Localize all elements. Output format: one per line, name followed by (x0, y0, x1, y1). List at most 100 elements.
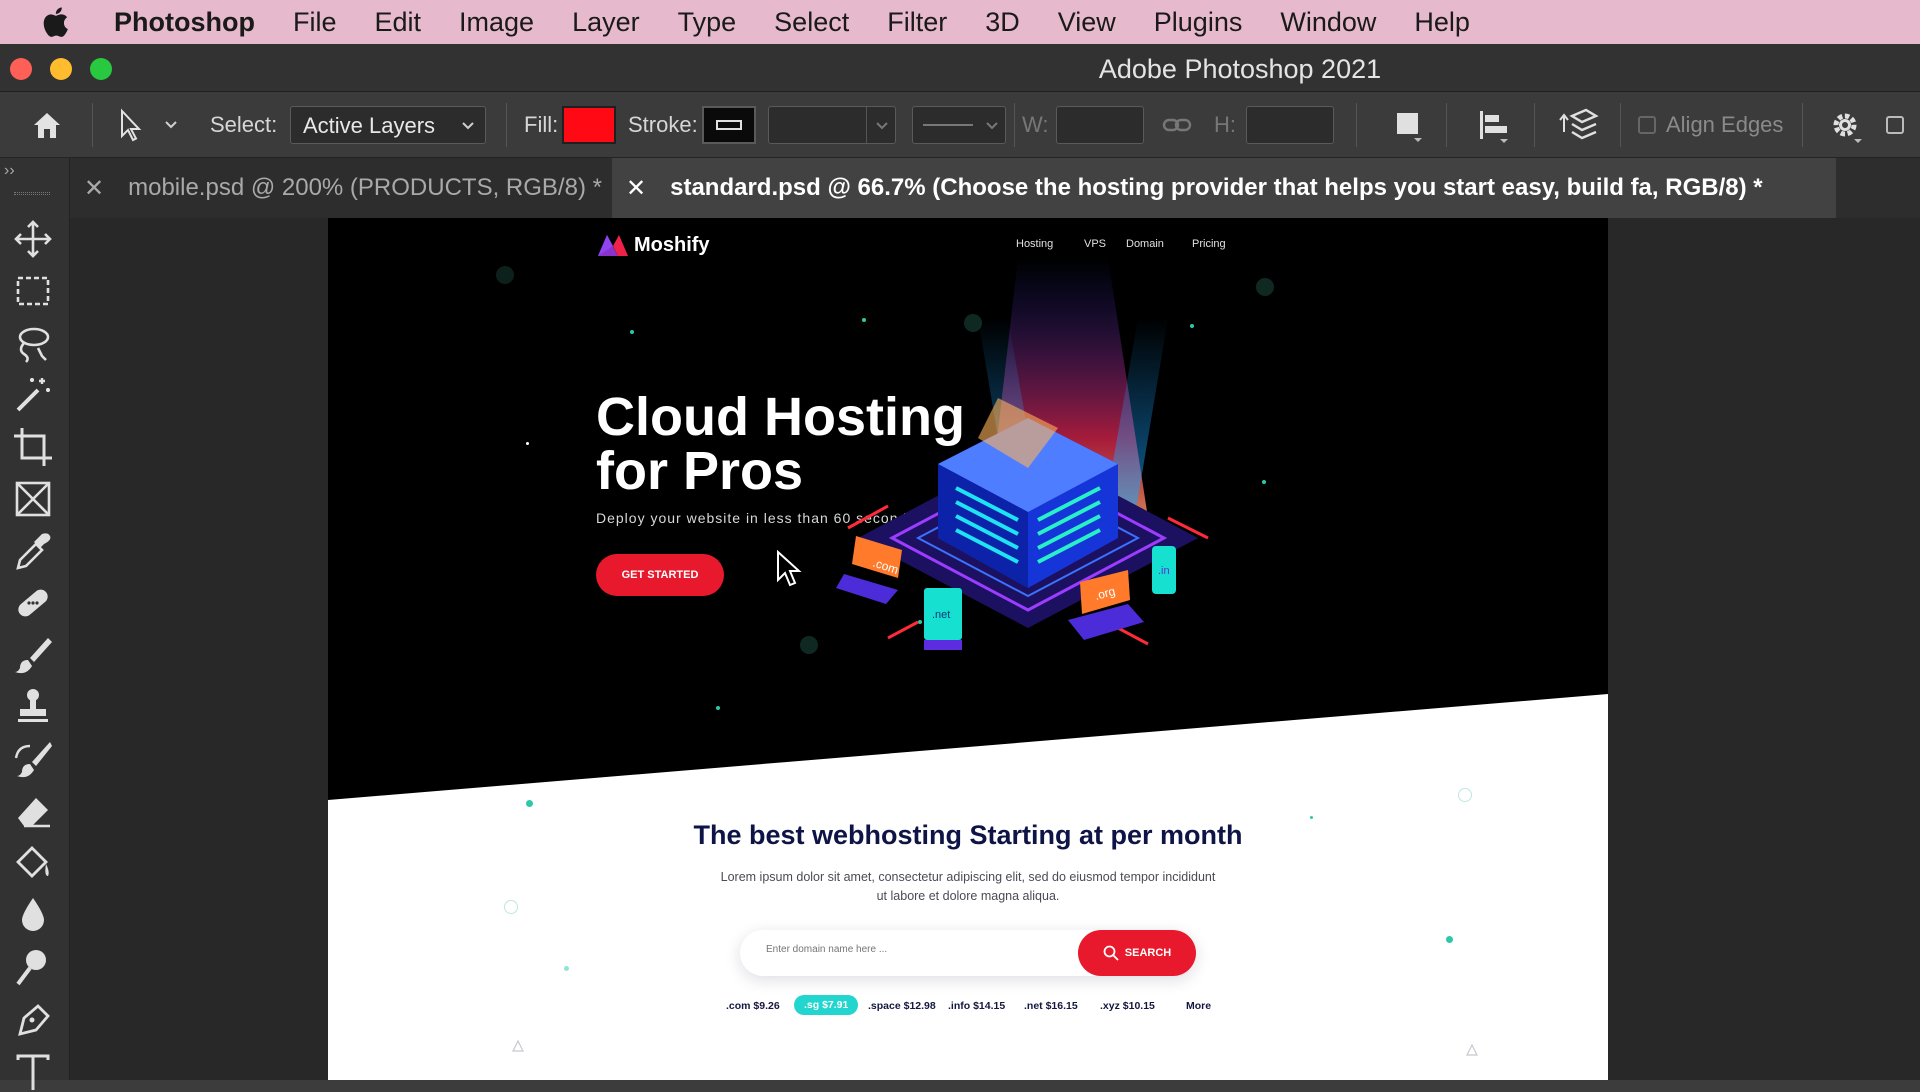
menu-filter[interactable]: Filter (887, 7, 947, 38)
tools-panel: ›› (0, 158, 70, 1090)
window-title: Adobe Photoshop 2021 (1098, 54, 1382, 84)
menu-type[interactable]: Type (678, 7, 737, 38)
menu-help[interactable]: Help (1414, 7, 1470, 38)
document-canvas[interactable]: Moshify Hosting VPS Domain Pricing Cloud… (328, 218, 1608, 1080)
options-bar: Select: Active Layers Fill: Stroke: W: H… (0, 92, 1920, 158)
blur-tool-icon[interactable] (12, 894, 54, 936)
link-icon[interactable] (1162, 112, 1192, 138)
fill-color-swatch[interactable] (562, 106, 616, 144)
menu-edit[interactable]: Edit (375, 7, 422, 38)
gear-icon[interactable] (1830, 110, 1864, 144)
home-icon[interactable] (30, 108, 64, 142)
stroke-type-dropdown[interactable] (912, 106, 1006, 144)
tld-more-link[interactable]: More (1186, 1000, 1211, 1012)
type-tool-icon[interactable] (12, 1050, 54, 1092)
align-edges-checkbox[interactable] (1638, 116, 1656, 134)
close-tab-icon[interactable]: ✕ (84, 174, 104, 203)
select-mode-dropdown[interactable]: Active Layers (290, 106, 486, 144)
eraser-icon[interactable] (12, 790, 54, 832)
constrain-checkbox[interactable] (1886, 116, 1904, 134)
phone-in-icon: .in (1152, 546, 1176, 594)
brand-name: Moshify (634, 233, 710, 256)
tld-info[interactable]: .info $14.15 (948, 1000, 1005, 1012)
width-input[interactable] (1056, 106, 1144, 144)
illustration-label-net: .net (932, 609, 950, 621)
path-alignment-icon[interactable] (1476, 108, 1510, 144)
brush-tool-icon[interactable] (12, 634, 54, 676)
tld-net[interactable]: .net $16.15 (1024, 1000, 1078, 1012)
align-edges-label: Align Edges (1666, 112, 1784, 137)
magic-wand-icon[interactable] (12, 374, 54, 416)
select-mode-value: Active Layers (303, 113, 436, 138)
menu-window[interactable]: Window (1280, 7, 1376, 38)
nav-vps[interactable]: VPS (1084, 238, 1106, 250)
search-icon (1103, 945, 1119, 961)
stroke-label: Stroke: (628, 112, 698, 137)
menu-plugins[interactable]: Plugins (1154, 7, 1243, 38)
search-button[interactable]: SEARCH (1078, 930, 1196, 976)
tab-mobile-psd[interactable]: ✕ mobile.psd @ 200% (PRODUCTS, RGB/8) * (70, 158, 612, 218)
tld-sg[interactable]: .sg $7.91 (794, 995, 859, 1015)
mouse-cursor-icon (777, 550, 802, 587)
path-selection-tool-icon[interactable] (116, 108, 144, 142)
stroke-width-field[interactable] (768, 106, 896, 144)
fill-label: Fill: (524, 112, 559, 137)
stamp-tool-icon[interactable] (12, 686, 54, 728)
menu-app-photoshop[interactable]: Photoshop (114, 7, 255, 38)
tab-standard-psd[interactable]: ✕ standard.psd @ 66.7% (Choose the hosti… (612, 158, 1836, 218)
triangle-decoration-icon (512, 1040, 524, 1052)
search-button-label: SEARCH (1124, 947, 1172, 959)
device-net-icon: .net (924, 588, 962, 650)
chevron-down-icon (986, 122, 998, 130)
menu-view[interactable]: View (1058, 7, 1116, 38)
laptop-org-icon: .org (1068, 570, 1144, 640)
close-tab-icon[interactable]: ✕ (626, 174, 646, 203)
brand-mark-icon (598, 235, 628, 256)
height-label: H: (1214, 112, 1236, 137)
chevron-down-icon[interactable] (164, 118, 178, 132)
pen-tool-icon[interactable] (12, 998, 54, 1040)
marquee-tool-icon[interactable] (12, 270, 54, 312)
domain-search-box: SEARCH (740, 930, 1196, 976)
eyedropper-icon[interactable] (12, 530, 54, 572)
height-input[interactable] (1246, 106, 1334, 144)
lasso-tool-icon[interactable] (12, 322, 54, 364)
menu-3d[interactable]: 3D (985, 7, 1020, 38)
menu-file[interactable]: File (293, 7, 337, 38)
history-brush-icon[interactable] (12, 738, 54, 780)
move-tool-icon[interactable] (12, 218, 54, 260)
path-operations-icon[interactable] (1394, 110, 1424, 144)
section-title: The best webhosting Starting at per mont… (693, 820, 1243, 850)
window-titlebar: Adobe Photoshop 2021 (0, 44, 1920, 92)
stroke-color-swatch[interactable] (702, 106, 756, 144)
get-started-button[interactable]: GET STARTED (596, 554, 724, 596)
domain-search-input[interactable] (766, 944, 1046, 955)
paint-bucket-icon[interactable] (12, 842, 54, 884)
tld-com[interactable]: .com $9.26 (726, 1000, 780, 1012)
frame-tool-icon[interactable] (12, 478, 54, 520)
canvas-area[interactable]: Moshify Hosting VPS Domain Pricing Cloud… (70, 218, 1920, 1080)
path-arrangement-icon[interactable] (1556, 106, 1600, 146)
menu-image[interactable]: Image (459, 7, 534, 38)
nav-pricing[interactable]: Pricing (1192, 238, 1226, 250)
tld-xyz[interactable]: .xyz $10.15 (1100, 1000, 1155, 1012)
triangle-decoration-icon (1466, 1044, 1478, 1056)
dodge-tool-icon[interactable] (12, 946, 54, 988)
tab-label: mobile.psd @ 200% (PRODUCTS, RGB/8) * (128, 174, 602, 201)
brand-logo[interactable]: Moshify (596, 232, 710, 258)
menu-select[interactable]: Select (774, 7, 849, 38)
crop-tool-icon[interactable] (12, 426, 54, 468)
mac-menubar: Photoshop File Edit Image Layer Type Sel… (0, 0, 1920, 44)
menu-layer[interactable]: Layer (572, 7, 640, 38)
width-label: W: (1022, 112, 1049, 137)
healing-brush-icon[interactable] (12, 582, 54, 624)
hero-section: Moshify Hosting VPS Domain Pricing Cloud… (328, 218, 1608, 800)
tld-space[interactable]: .space $12.98 (868, 1000, 936, 1012)
laptop-com-icon: .com (836, 536, 902, 604)
illustration-label-in: .in (1158, 565, 1170, 577)
nav-domain[interactable]: Domain (1126, 238, 1164, 250)
nav-hosting[interactable]: Hosting (1016, 238, 1053, 250)
apple-logo-icon[interactable] (40, 6, 70, 38)
expand-panel-icon[interactable]: ›› (4, 162, 15, 180)
document-tabs: ✕ mobile.psd @ 200% (PRODUCTS, RGB/8) * … (70, 158, 1920, 218)
